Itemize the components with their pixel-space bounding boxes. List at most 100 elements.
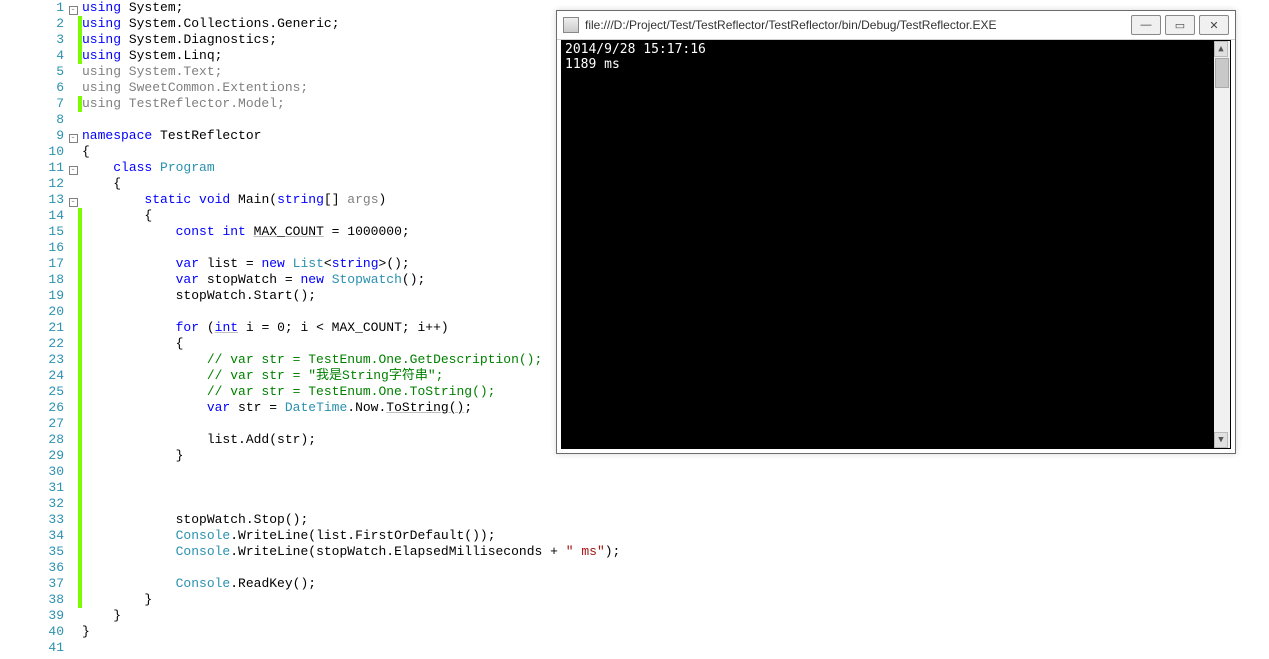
code-text[interactable]: namespace TestReflector: [82, 128, 261, 144]
code-text[interactable]: class Program: [82, 160, 215, 176]
code-line[interactable]: 40}: [0, 624, 1269, 640]
fold-toggle: [68, 112, 78, 128]
code-text[interactable]: stopWatch.Stop();: [82, 512, 308, 528]
fold-toggle: [68, 480, 78, 496]
code-line[interactable]: 31: [0, 480, 1269, 496]
code-text[interactable]: }: [82, 624, 90, 640]
code-text[interactable]: var str = DateTime.Now.ToString();: [82, 400, 472, 416]
change-indicator: [78, 112, 82, 128]
close-button[interactable]: ✕: [1199, 15, 1229, 35]
line-number: 7: [0, 96, 68, 112]
change-indicator: [78, 560, 82, 576]
line-number: 5: [0, 64, 68, 80]
console-titlebar[interactable]: file:///D:/Project/Test/TestReflector/Te…: [557, 11, 1235, 40]
code-line[interactable]: 32: [0, 496, 1269, 512]
fold-toggle: [68, 432, 78, 448]
code-text[interactable]: // var str = TestEnum.One.GetDescription…: [82, 352, 542, 368]
line-number: 11: [0, 160, 68, 176]
code-line[interactable]: 41: [0, 640, 1269, 656]
code-text[interactable]: {: [82, 176, 121, 192]
line-number: 35: [0, 544, 68, 560]
line-number: 38: [0, 592, 68, 608]
line-number: 16: [0, 240, 68, 256]
code-text[interactable]: }: [82, 592, 152, 608]
line-number: 12: [0, 176, 68, 192]
code-text[interactable]: using System.Diagnostics;: [82, 32, 277, 48]
fold-toggle[interactable]: -: [68, 192, 78, 208]
code-text[interactable]: using SweetCommon.Extentions;: [82, 80, 308, 96]
fold-toggle: [68, 256, 78, 272]
fold-toggle: [68, 80, 78, 96]
line-number: 19: [0, 288, 68, 304]
fold-toggle[interactable]: -: [68, 128, 78, 144]
line-number: 3: [0, 32, 68, 48]
code-text[interactable]: {: [82, 336, 183, 352]
console-output[interactable]: 2014/9/28 15:17:161189 ms ▲ ▼: [561, 40, 1231, 449]
line-number: 22: [0, 336, 68, 352]
code-text[interactable]: var stopWatch = new Stopwatch();: [82, 272, 425, 288]
code-text[interactable]: {: [82, 144, 90, 160]
fold-toggle: [68, 144, 78, 160]
fold-toggle: [68, 96, 78, 112]
change-indicator: [78, 640, 82, 656]
code-line[interactable]: 34 Console.WriteLine(list.FirstOrDefault…: [0, 528, 1269, 544]
line-number: 8: [0, 112, 68, 128]
line-number: 34: [0, 528, 68, 544]
fold-toggle: [68, 224, 78, 240]
line-number: 39: [0, 608, 68, 624]
code-line[interactable]: 37 Console.ReadKey();: [0, 576, 1269, 592]
code-text[interactable]: Console.WriteLine(stopWatch.ElapsedMilli…: [82, 544, 620, 560]
code-line[interactable]: 35 Console.WriteLine(stopWatch.ElapsedMi…: [0, 544, 1269, 560]
code-text[interactable]: stopWatch.Start();: [82, 288, 316, 304]
code-text[interactable]: list.Add(str);: [82, 432, 316, 448]
fold-toggle: [68, 464, 78, 480]
code-line[interactable]: 33 stopWatch.Stop();: [0, 512, 1269, 528]
fold-toggle: [68, 48, 78, 64]
code-text[interactable]: }: [82, 608, 121, 624]
console-scrollbar[interactable]: ▲ ▼: [1214, 41, 1230, 448]
line-number: 1: [0, 0, 68, 16]
fold-toggle[interactable]: -: [68, 0, 78, 16]
line-number: 28: [0, 432, 68, 448]
console-title: file:///D:/Project/Test/TestReflector/Te…: [585, 18, 1131, 32]
code-text[interactable]: using System;: [82, 0, 183, 16]
code-text[interactable]: const int MAX_COUNT = 1000000;: [82, 224, 410, 240]
fold-toggle: [68, 288, 78, 304]
change-indicator: [78, 480, 82, 496]
fold-toggle: [68, 32, 78, 48]
code-line[interactable]: 36: [0, 560, 1269, 576]
fold-toggle: [68, 544, 78, 560]
code-text[interactable]: using TestReflector.Model;: [82, 96, 285, 112]
code-line[interactable]: 30: [0, 464, 1269, 480]
code-text[interactable]: {: [82, 208, 152, 224]
code-text[interactable]: }: [82, 448, 183, 464]
line-number: 23: [0, 352, 68, 368]
code-text[interactable]: for (int i = 0; i < MAX_COUNT; i++): [82, 320, 449, 336]
fold-toggle[interactable]: -: [68, 160, 78, 176]
scroll-up-icon[interactable]: ▲: [1214, 41, 1228, 57]
scroll-thumb[interactable]: [1215, 58, 1229, 88]
code-text[interactable]: // var str = "我是String字符串";: [82, 368, 443, 384]
line-number: 14: [0, 208, 68, 224]
fold-toggle: [68, 384, 78, 400]
code-line[interactable]: 38 }: [0, 592, 1269, 608]
line-number: 25: [0, 384, 68, 400]
code-text[interactable]: Console.ReadKey();: [82, 576, 316, 592]
minimize-button[interactable]: —: [1131, 15, 1161, 35]
scroll-down-icon[interactable]: ▼: [1214, 432, 1228, 448]
line-number: 2: [0, 16, 68, 32]
code-text[interactable]: // var str = TestEnum.One.ToString();: [82, 384, 495, 400]
code-text[interactable]: using System.Collections.Generic;: [82, 16, 340, 32]
code-text[interactable]: var list = new List<string>();: [82, 256, 410, 272]
code-line[interactable]: 39 }: [0, 608, 1269, 624]
fold-toggle: [68, 64, 78, 80]
console-line: 1189 ms: [565, 57, 1227, 72]
code-text[interactable]: static void Main(string[] args): [82, 192, 386, 208]
code-text[interactable]: Console.WriteLine(list.FirstOrDefault())…: [82, 528, 496, 544]
line-number: 29: [0, 448, 68, 464]
code-text[interactable]: using System.Linq;: [82, 48, 222, 64]
maximize-button[interactable]: ▭: [1165, 15, 1195, 35]
code-text[interactable]: using System.Text;: [82, 64, 222, 80]
line-number: 26: [0, 400, 68, 416]
fold-toggle: [68, 368, 78, 384]
